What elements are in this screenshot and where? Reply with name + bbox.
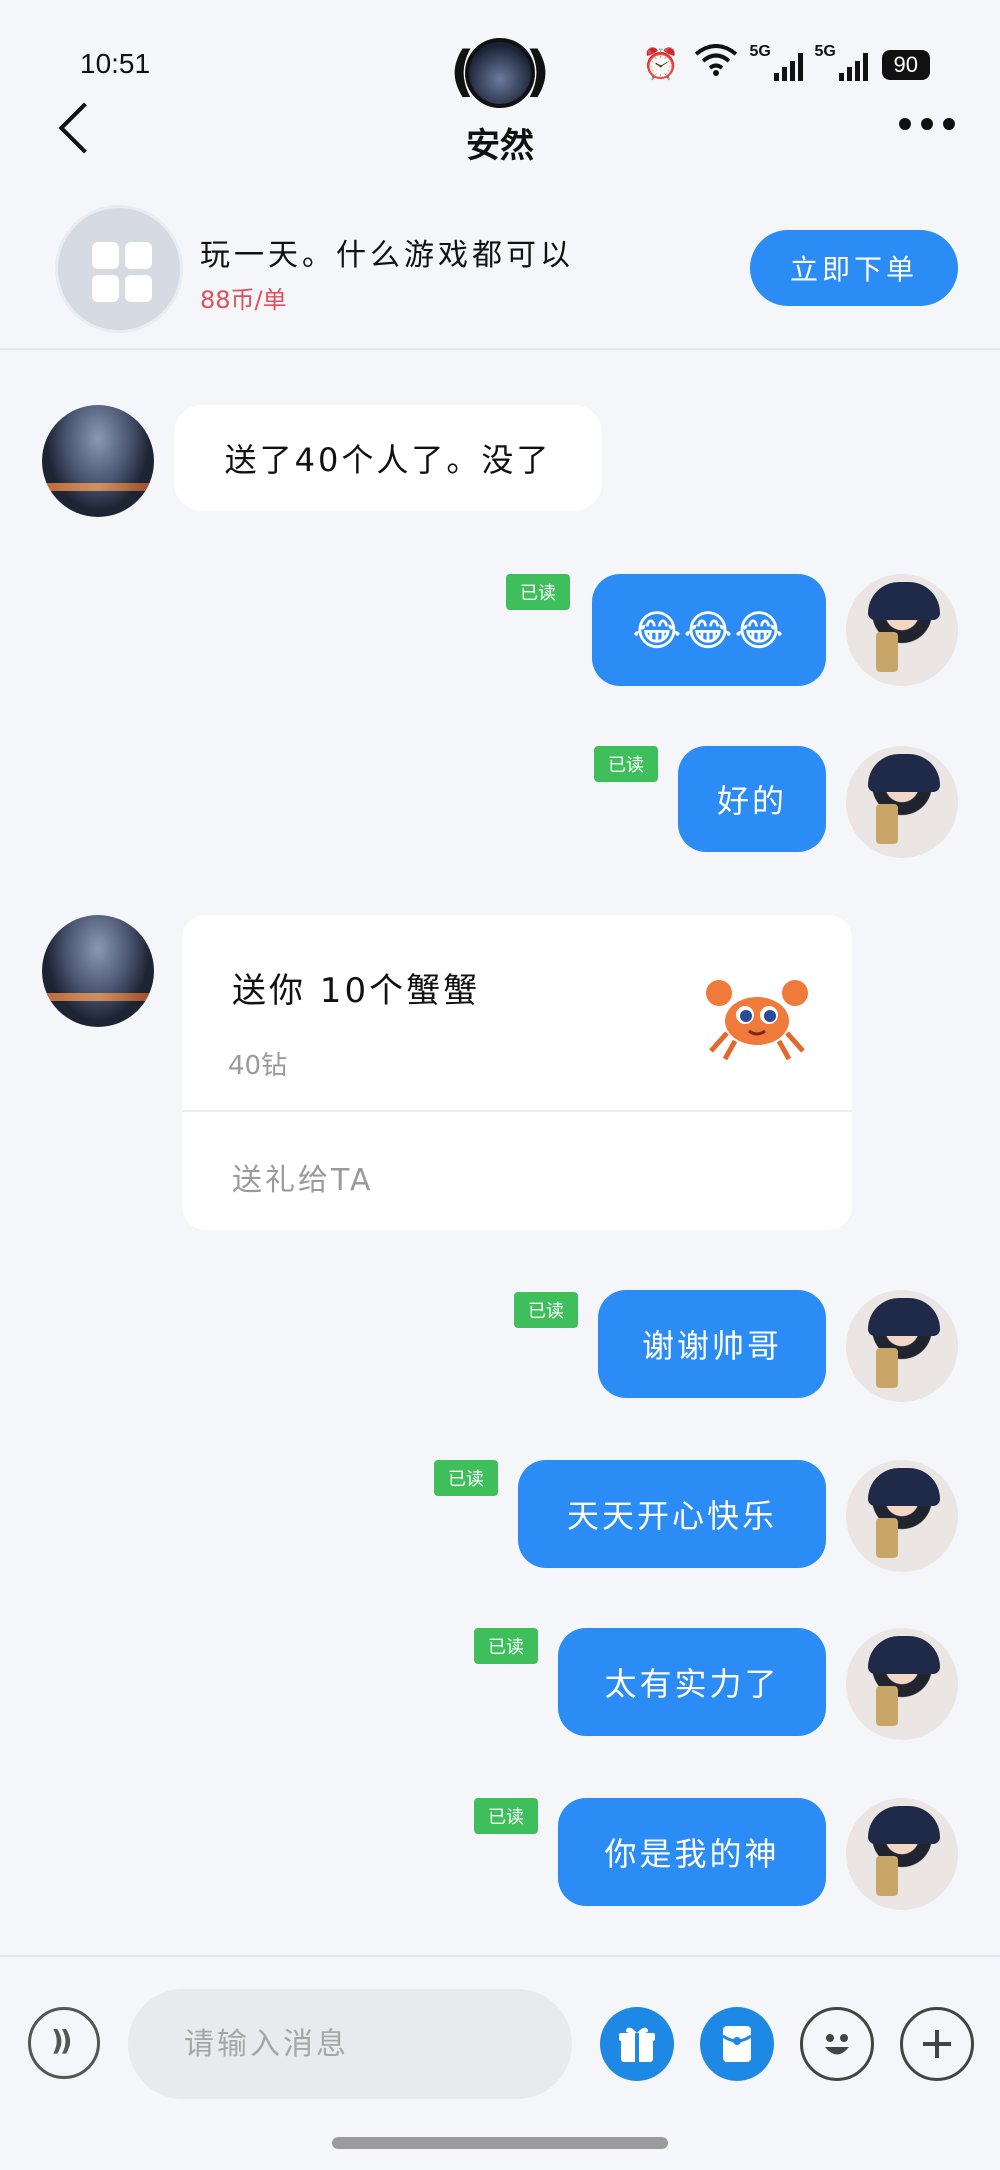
gift-card[interactable]: 送你 10个蟹蟹 40钻 送礼给TA xyxy=(182,915,852,1230)
message-input[interactable] xyxy=(128,1989,572,2099)
divider xyxy=(182,1110,852,1112)
plus-icon[interactable] xyxy=(900,2007,974,2081)
order-now-button[interactable]: 立即下单 xyxy=(750,230,958,306)
chat-header: ( ) 安然 xyxy=(0,30,1000,166)
gift-icon[interactable] xyxy=(600,2007,674,2081)
chevron-left-icon[interactable] xyxy=(52,100,102,160)
service-card: 玩一天。什么游戏都可以 88币/单 立即下单 xyxy=(0,180,1000,350)
send-gift-link[interactable]: 送礼给TA xyxy=(232,1155,374,1199)
avatar[interactable] xyxy=(846,746,958,858)
message-bubble[interactable]: 天天开心快乐 xyxy=(518,1460,826,1568)
crab-icon xyxy=(706,980,808,1061)
message-bubble[interactable]: 好的 xyxy=(678,746,826,852)
more-horizontal-icon[interactable] xyxy=(899,118,955,130)
message-bubble[interactable]: 谢谢帅哥 xyxy=(598,1290,826,1398)
avatar[interactable] xyxy=(846,1798,958,1910)
gift-price: 40钻 xyxy=(228,1051,288,1081)
voice-icon[interactable] xyxy=(28,2007,100,2079)
read-badge: 已读 xyxy=(474,1798,538,1834)
avatar[interactable] xyxy=(846,1290,958,1402)
read-badge: 已读 xyxy=(506,574,570,610)
avatar[interactable] xyxy=(846,1460,958,1572)
avatar[interactable] xyxy=(42,405,154,517)
message-bubble[interactable]: 你是我的神 xyxy=(558,1798,826,1906)
input-bar xyxy=(0,1955,1000,2170)
service-thumbnail xyxy=(55,205,183,333)
read-badge: 已读 xyxy=(594,746,658,782)
gift-title: 送你 10个蟹蟹 xyxy=(232,971,481,1011)
grid-icon xyxy=(92,242,152,302)
read-badge: 已读 xyxy=(514,1292,578,1328)
avatar[interactable] xyxy=(42,915,154,1027)
message-bubble[interactable]: 太有实力了 xyxy=(558,1628,826,1736)
red-packet-icon[interactable] xyxy=(700,2007,774,2081)
chat-title[interactable]: ( ) 安然 xyxy=(420,30,580,166)
service-title: 玩一天。什么游戏都可以 xyxy=(200,238,574,273)
message-bubble[interactable]: 😂😂😂 xyxy=(592,574,826,686)
read-badge: 已读 xyxy=(474,1628,538,1664)
service-price: 88币/单 xyxy=(200,286,287,314)
emoji-icon[interactable] xyxy=(800,2007,874,2081)
message-bubble[interactable]: 送了40个人了。没了 xyxy=(174,405,602,511)
avatar[interactable] xyxy=(846,574,958,686)
home-indicator[interactable] xyxy=(332,2137,668,2149)
page-title: 安然 xyxy=(466,126,534,166)
avatar[interactable] xyxy=(846,1628,958,1740)
read-badge: 已读 xyxy=(434,1460,498,1496)
